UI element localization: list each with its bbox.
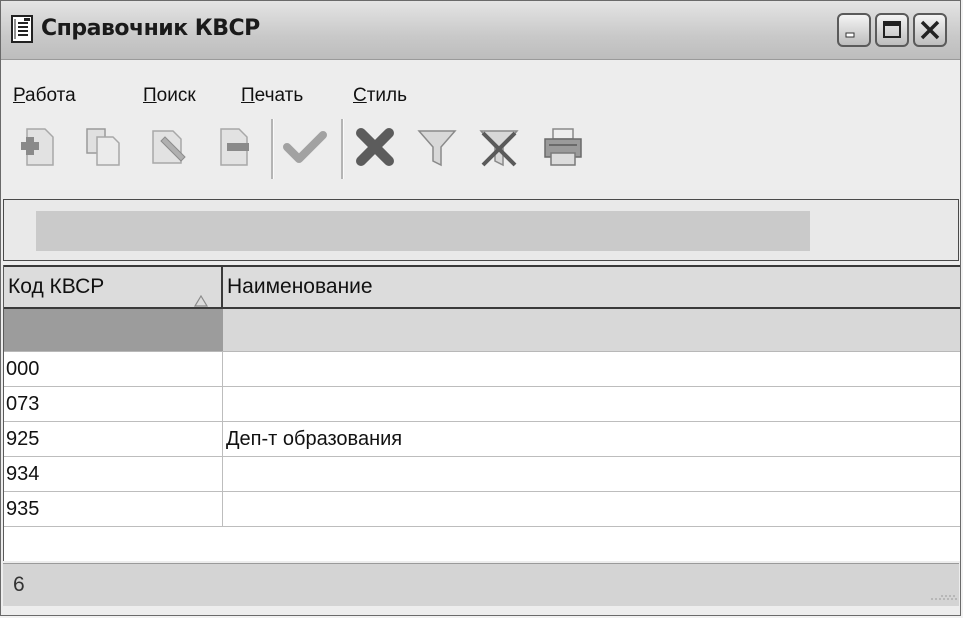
clear-filter-icon	[479, 130, 519, 167]
grid-header: Код КВСР Наименование	[4, 265, 960, 309]
menu-style-accelerator: С	[353, 85, 367, 106]
data-grid: Код КВСР Наименование 000 073 925 Деп-т …	[3, 265, 960, 561]
filter-icon	[417, 130, 457, 167]
menu-print-label: ечать	[254, 85, 304, 106]
delete-button[interactable]	[211, 125, 255, 169]
filter-cell-code[interactable]	[4, 309, 223, 351]
filter-button[interactable]	[415, 125, 459, 169]
status-bar: 6	[3, 563, 959, 606]
menu-print-accelerator: П	[241, 85, 255, 106]
add-icon	[21, 128, 54, 166]
clear-filter-button[interactable]	[477, 125, 521, 169]
column-header-name[interactable]: Наименование	[223, 267, 960, 307]
apply-check-icon	[283, 131, 327, 163]
maximize-button[interactable]	[875, 13, 909, 47]
menu-style-label: тиль	[366, 85, 408, 106]
toolbar-separator	[341, 119, 344, 179]
column-header-code[interactable]: Код КВСР	[4, 267, 223, 307]
menu-work-accelerator: Р	[13, 85, 26, 106]
print-icon	[544, 128, 582, 166]
close-button[interactable]	[913, 13, 947, 47]
cell-code[interactable]: 934	[4, 457, 223, 491]
cell-code[interactable]: 935	[4, 492, 223, 526]
copy-icon	[86, 128, 120, 166]
cancel-x-icon	[356, 128, 394, 166]
menu-style[interactable]: Стиль	[353, 85, 407, 107]
filter-group-bar[interactable]	[36, 211, 810, 251]
toolbar	[1, 109, 960, 189]
apply-button[interactable]	[283, 125, 327, 169]
cancel-button[interactable]	[353, 125, 397, 169]
title-bar[interactable]: Справочник КВСР	[1, 1, 960, 60]
menu-work-label: абота	[25, 85, 76, 106]
menu-work[interactable]: Работа	[13, 85, 76, 107]
menu-search-label: оиск	[156, 85, 196, 106]
table-row[interactable]: 925 Деп-т образования	[4, 422, 960, 457]
window-title: Справочник КВСР	[41, 16, 260, 41]
grid-rows: 000 073 925 Деп-т образования 934 935	[4, 352, 960, 527]
toolbar-separator	[271, 119, 274, 179]
add-button[interactable]	[17, 125, 61, 169]
cell-code[interactable]: 925	[4, 422, 223, 456]
cell-code[interactable]: 000	[4, 352, 223, 386]
menu-search[interactable]: Поиск	[143, 85, 196, 107]
resize-grip-icon[interactable]	[931, 585, 957, 604]
menu-bar: Работа Поиск Печать Стиль	[1, 59, 960, 109]
minimize-icon	[845, 32, 855, 38]
edit-button[interactable]	[147, 125, 191, 169]
table-row[interactable]: 935	[4, 492, 960, 527]
filter-cell-name[interactable]	[223, 309, 960, 351]
close-icon	[920, 20, 940, 40]
edit-icon	[152, 130, 186, 164]
table-row[interactable]: 934	[4, 457, 960, 492]
minimize-button[interactable]	[837, 13, 871, 47]
table-row[interactable]: 000	[4, 352, 960, 387]
grid-filter-row	[4, 309, 960, 352]
column-header-name-label: Наименование	[227, 275, 373, 298]
table-row[interactable]: 073	[4, 387, 960, 422]
cell-name[interactable]: Деп-т образования	[226, 422, 402, 456]
menu-search-accelerator: П	[143, 85, 157, 106]
app-window: Справочник КВСР Работа Поиск Печать Стил…	[0, 0, 961, 616]
filter-panel	[3, 199, 959, 261]
record-count: 6	[13, 573, 25, 596]
delete-icon	[220, 128, 249, 166]
document-icon	[11, 15, 33, 43]
print-button[interactable]	[541, 125, 585, 169]
menu-print[interactable]: Печать	[241, 85, 303, 107]
maximize-icon	[883, 21, 901, 38]
copy-button[interactable]	[81, 125, 125, 169]
cell-code[interactable]: 073	[4, 387, 223, 421]
column-header-code-label: Код КВСР	[8, 275, 105, 298]
